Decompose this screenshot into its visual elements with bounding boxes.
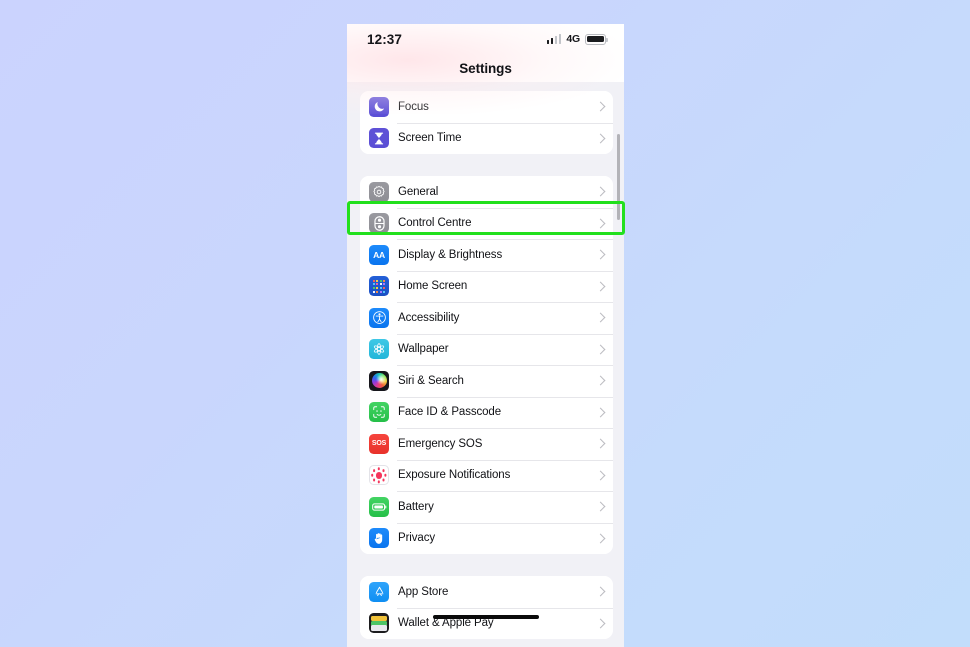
nav-bar: Settings <box>347 54 624 82</box>
settings-row-general[interactable]: General <box>360 176 613 208</box>
status-bar: 12:37 4G <box>347 24 624 54</box>
settings-row-emergency-sos[interactable]: SOS Emergency SOS <box>360 428 613 460</box>
settings-row-label: General <box>398 185 439 198</box>
settings-row-label: Display & Brightness <box>398 248 503 261</box>
settings-row-battery[interactable]: Battery <box>360 491 613 523</box>
battery-settings-icon <box>369 496 389 517</box>
chevron-right-icon <box>595 218 606 229</box>
status-clock: 12:37 <box>367 31 403 47</box>
general-gear-icon <box>369 181 389 202</box>
settings-row-label: Exposure Notifications <box>398 469 511 482</box>
accessibility-person-icon <box>369 307 389 328</box>
settings-row-exposure-notifications[interactable]: Exposure Notifications <box>360 459 613 491</box>
settings-row-label: Focus <box>398 100 429 113</box>
settings-row-label: Siri & Search <box>398 374 464 387</box>
settings-row-privacy[interactable]: Privacy <box>360 522 613 554</box>
settings-row-siri-search[interactable]: Siri & Search <box>360 365 613 397</box>
settings-row-accessibility[interactable]: Accessibility <box>360 302 613 334</box>
settings-row-label: Wallet & Apple Pay <box>398 617 494 630</box>
chevron-right-icon <box>595 586 606 597</box>
chevron-right-icon <box>595 618 606 629</box>
display-brightness-aa-icon: AA <box>369 244 389 265</box>
home-screen-grid-icon <box>369 276 389 297</box>
chevron-right-icon <box>595 312 606 323</box>
settings-row-display-brightness[interactable]: AA Display & Brightness <box>360 239 613 271</box>
chevron-right-icon <box>595 438 606 449</box>
network-type-label: 4G <box>566 33 580 45</box>
settings-row-wallet-apple-pay[interactable]: Wallet & Apple Pay <box>360 607 613 639</box>
wallpaper-flower-icon <box>369 339 389 360</box>
settings-group-system: General Control Centre AA Display & Brig… <box>360 176 613 554</box>
focus-moon-icon <box>369 96 389 117</box>
settings-row-label: Screen Time <box>398 132 462 145</box>
wallet-apple-pay-icon <box>369 613 389 634</box>
chevron-right-icon <box>595 501 606 512</box>
chevron-right-icon <box>595 533 606 544</box>
screen-time-hourglass-icon <box>369 128 389 149</box>
settings-scroll-area[interactable]: Focus Screen Time General Control Centre… <box>347 82 624 647</box>
privacy-hand-icon <box>369 528 389 549</box>
settings-row-home-screen[interactable]: Home Screen <box>360 270 613 302</box>
settings-row-control-centre[interactable]: Control Centre <box>360 207 613 239</box>
chevron-right-icon <box>595 281 606 292</box>
page-title: Settings <box>459 60 512 76</box>
settings-row-app-store[interactable]: App Store <box>360 576 613 608</box>
settings-group-personal: Focus Screen Time <box>360 91 613 154</box>
emergency-sos-icon: SOS <box>369 433 389 454</box>
app-store-icon <box>369 581 389 602</box>
settings-row-label: Wallpaper <box>398 343 449 356</box>
chevron-right-icon <box>595 375 606 386</box>
settings-row-wallpaper[interactable]: Wallpaper <box>360 333 613 365</box>
control-centre-toggles-icon <box>369 213 389 234</box>
settings-row-label: Accessibility <box>398 311 460 324</box>
chevron-right-icon <box>595 407 606 418</box>
battery-icon <box>585 33 608 45</box>
settings-row-screen-time[interactable]: Screen Time <box>360 122 613 154</box>
settings-row-label: Privacy <box>398 532 436 545</box>
face-id-icon <box>369 402 389 423</box>
chevron-right-icon <box>595 344 606 355</box>
settings-row-label: Control Centre <box>398 217 472 230</box>
settings-row-face-id[interactable]: Face ID & Passcode <box>360 396 613 428</box>
settings-group-store: App Store Wallet & Apple Pay <box>360 576 613 639</box>
chevron-right-icon <box>595 101 606 112</box>
settings-row-label: App Store <box>398 585 449 598</box>
settings-row-label: Face ID & Passcode <box>398 406 502 419</box>
settings-row-label: Emergency SOS <box>398 437 483 450</box>
sos-badge-label: SOS <box>371 440 387 448</box>
phone-screen: 12:37 4G Settings Focus Screen Time Gene… <box>347 24 624 647</box>
settings-row-label: Battery <box>398 500 434 513</box>
chevron-right-icon <box>595 133 606 144</box>
chevron-right-icon <box>595 249 606 260</box>
status-indicators: 4G <box>546 33 608 45</box>
chevron-right-icon <box>595 186 606 197</box>
settings-row-label: Home Screen <box>398 280 468 293</box>
exposure-notifications-icon <box>369 465 389 486</box>
siri-orb-icon <box>369 370 389 391</box>
settings-row-focus[interactable]: Focus <box>360 91 613 123</box>
chevron-right-icon <box>595 470 606 481</box>
home-indicator <box>432 614 539 619</box>
cellular-signal-icon <box>546 34 562 44</box>
scrollbar-thumb[interactable] <box>617 134 620 220</box>
aa-badge-label: AA <box>373 249 385 260</box>
